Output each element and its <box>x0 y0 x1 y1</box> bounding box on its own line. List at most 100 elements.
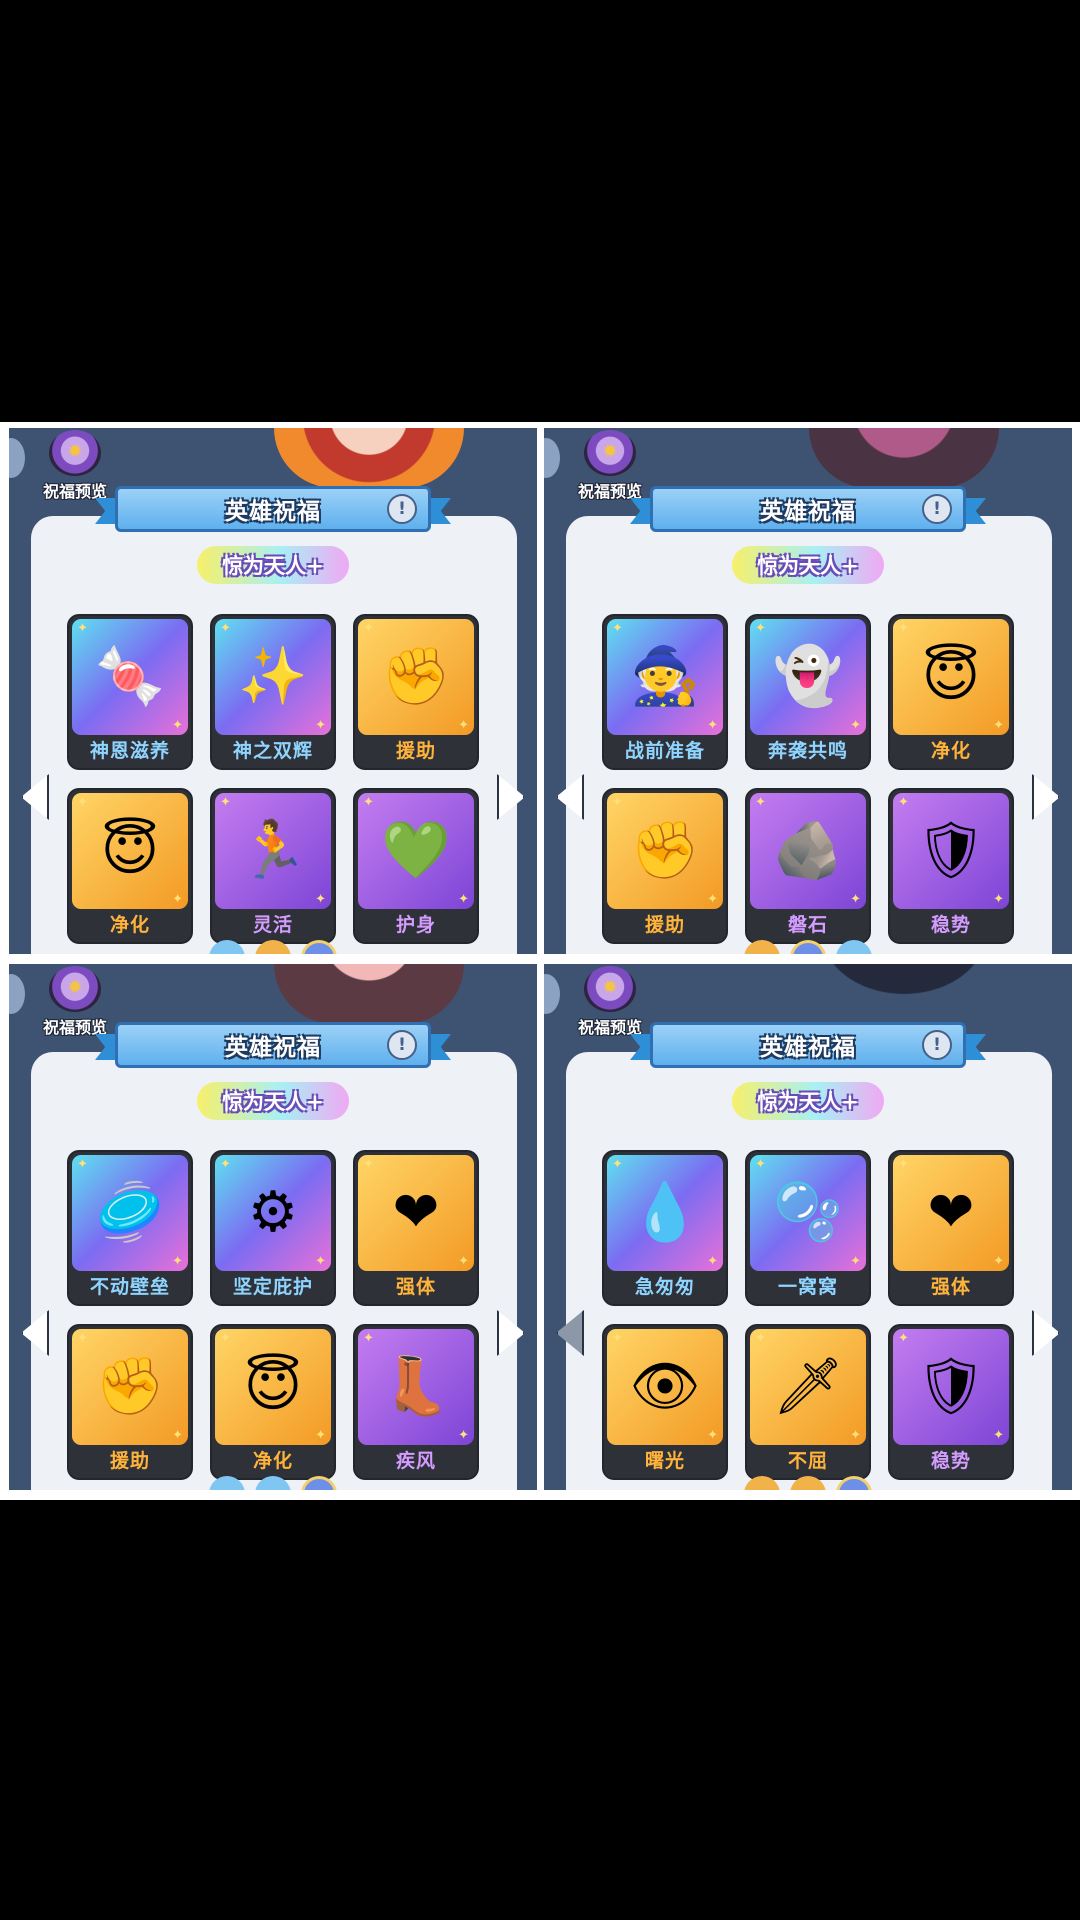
tier-label: 惊为天人+ <box>757 1090 859 1114</box>
page-dot-active[interactable] <box>301 940 337 954</box>
blessing-tile[interactable]: 🥏 不动壁垒 <box>67 1150 193 1306</box>
blessing-tile[interactable]: 👻 奔袭共鸣 <box>745 614 871 770</box>
hero-portrait <box>809 964 999 1004</box>
info-icon[interactable]: ! <box>387 1030 417 1060</box>
panel-title: 英雄祝福 <box>760 1035 856 1061</box>
tier-label: 惊为天人+ <box>757 554 859 578</box>
tier-badge: 惊为天人+ <box>197 546 349 584</box>
wood-shield-icon: 🛡 <box>893 1329 1009 1445</box>
blessing-tile[interactable]: ✊ 援助 <box>67 1324 193 1480</box>
red-heart-icon: ❤ <box>358 1155 474 1271</box>
page-dot[interactable] <box>209 1476 245 1490</box>
blessing-tile[interactable]: 😇 净化 <box>67 788 193 944</box>
page-dot[interactable] <box>790 1476 826 1490</box>
blessing-tile[interactable]: ✨ 神之双辉 <box>210 614 336 770</box>
blessing-tile[interactable]: 😇 净化 <box>888 614 1014 770</box>
blessing-preview-button[interactable]: 祝福预览 <box>35 430 115 501</box>
panel-title: 英雄祝福 <box>225 499 321 525</box>
page-indicator <box>209 1476 337 1490</box>
blessing-name: 急匆匆 <box>634 1275 695 1298</box>
page-dot-active[interactable] <box>836 1476 872 1490</box>
tier-badge: 惊为天人+ <box>732 1082 884 1120</box>
page-dot-active[interactable] <box>790 940 826 954</box>
tier-badge: 惊为天人+ <box>732 546 884 584</box>
blessing-name: 稳势 <box>930 913 971 936</box>
blessing-name: 援助 <box>109 1449 150 1472</box>
title-banner: 英雄祝福 ! <box>95 1022 451 1068</box>
preview-book-icon <box>584 966 636 1012</box>
blessing-tile[interactable]: 🪨 磐石 <box>745 788 871 944</box>
blessing-tile[interactable]: 👁 曙光 <box>602 1324 728 1480</box>
tier-label: 惊为天人+ <box>222 1090 324 1114</box>
page-indicator <box>744 1476 872 1490</box>
blessing-preview-button[interactable]: 祝福预览 <box>35 966 115 1037</box>
title-banner: 英雄祝福 ! <box>630 1022 986 1068</box>
blessing-tile[interactable]: 🫧 一窝窝 <box>745 1150 871 1306</box>
blessing-tile[interactable]: 💧 急匆匆 <box>602 1150 728 1306</box>
blessing-name: 战前准备 <box>624 739 705 762</box>
blessing-tile[interactable]: 🛡 稳势 <box>888 1324 1014 1480</box>
tier-label: 惊为天人+ <box>222 554 324 578</box>
info-icon[interactable]: ! <box>387 494 417 524</box>
dash-figure-icon: 🏃 <box>215 793 331 909</box>
blue-comet-icon: 💧 <box>607 1155 723 1271</box>
blessing-name: 一窝窝 <box>777 1275 838 1298</box>
page-dot[interactable] <box>209 940 245 954</box>
title-banner: 英雄祝福 ! <box>95 486 451 532</box>
twin-spirits-icon: 👻 <box>750 619 866 735</box>
info-icon[interactable]: ! <box>922 494 952 524</box>
page-dot[interactable] <box>836 940 872 954</box>
page-dot[interactable] <box>255 940 291 954</box>
blessing-tile[interactable]: ❤ 强体 <box>353 1150 479 1306</box>
blessing-name: 护身 <box>395 913 436 936</box>
wood-shield-icon: 🛡 <box>893 793 1009 909</box>
blessing-tile[interactable]: 🍬 神恩滋养 <box>67 614 193 770</box>
candy-flower-icon: 🍬 <box>72 619 188 735</box>
blessing-tile[interactable]: 🗡 不屈 <box>745 1324 871 1480</box>
blessing-tile[interactable]: 😇 净化 <box>210 1324 336 1480</box>
blessing-panel-1: 祝福预览 英雄祝福 ! 惊为天人+ 🍬 神恩滋养 ✨ 神之双辉 ✊ 援助 😇 净化 🏃 灵… <box>9 428 537 954</box>
page-dot[interactable] <box>744 940 780 954</box>
hero-portrait <box>274 964 464 1024</box>
blessing-tile[interactable]: ❤ 强体 <box>888 1150 1014 1306</box>
corner-badge <box>9 974 25 1014</box>
blessing-name: 磐石 <box>787 913 828 936</box>
page-dot[interactable] <box>255 1476 291 1490</box>
angel-wings-icon: 😇 <box>893 619 1009 735</box>
blessing-name: 强体 <box>930 1275 971 1298</box>
screenshot-collage: 祝福预览 英雄祝福 ! 惊为天人+ 🍬 神恩滋养 ✨ 神之双辉 ✊ 援助 😇 净化 🏃 灵… <box>0 422 1080 1500</box>
blessing-preview-button[interactable]: 祝福预览 <box>570 966 650 1037</box>
blessing-tile[interactable]: 💚 护身 <box>353 788 479 944</box>
blessing-tile[interactable]: 🧙 战前准备 <box>602 614 728 770</box>
blessing-tile[interactable]: ✊ 援助 <box>602 788 728 944</box>
blessing-name: 援助 <box>644 913 685 936</box>
corner-badge <box>544 974 560 1014</box>
gear-ring-icon: ⚙ <box>215 1155 331 1271</box>
angel-wings-icon: 😇 <box>215 1329 331 1445</box>
page-dot-active[interactable] <box>301 1476 337 1490</box>
blessing-panel-2: 祝福预览 英雄祝福 ! 惊为天人+ 🧙 战前准备 👻 奔袭共鸣 😇 净化 ✊ 援助 🪨 磐… <box>544 428 1072 954</box>
blessing-preview-button[interactable]: 祝福预览 <box>570 430 650 501</box>
title-banner: 英雄祝福 ! <box>630 486 986 532</box>
page-dot[interactable] <box>744 1476 780 1490</box>
angel-wings-icon: 😇 <box>72 793 188 909</box>
golden-eye-icon: 👁 <box>607 1329 723 1445</box>
blessing-name: 奔袭共鸣 <box>767 739 848 762</box>
info-icon[interactable]: ! <box>922 1030 952 1060</box>
blessing-name: 净化 <box>252 1449 293 1472</box>
blessing-name: 神之双辉 <box>232 739 313 762</box>
hero-portrait <box>809 428 999 488</box>
blessing-panel-4: 祝福预览 英雄祝福 ! 惊为天人+ 💧急匆匆 🫧一窝窝 ❤强体 👁曙光 🗡不屈 … <box>544 964 1072 1490</box>
heart-shield-icon: 💚 <box>358 793 474 909</box>
preview-book-icon <box>584 430 636 476</box>
blessing-name: 坚定庇护 <box>232 1275 313 1298</box>
blessing-tile[interactable]: 🛡 稳势 <box>888 788 1014 944</box>
stone-disc-icon: 🥏 <box>72 1155 188 1271</box>
blessing-tile[interactable]: ✊ 援助 <box>353 614 479 770</box>
blessing-name: 不屈 <box>787 1449 828 1472</box>
blessing-name: 神恩滋养 <box>89 739 170 762</box>
blessing-tile[interactable]: 🏃 灵活 <box>210 788 336 944</box>
blessing-tile[interactable]: 👢 疾风 <box>353 1324 479 1480</box>
blessing-tile[interactable]: ⚙ 坚定庇护 <box>210 1150 336 1306</box>
helper-hand-icon: ✊ <box>72 1329 188 1445</box>
